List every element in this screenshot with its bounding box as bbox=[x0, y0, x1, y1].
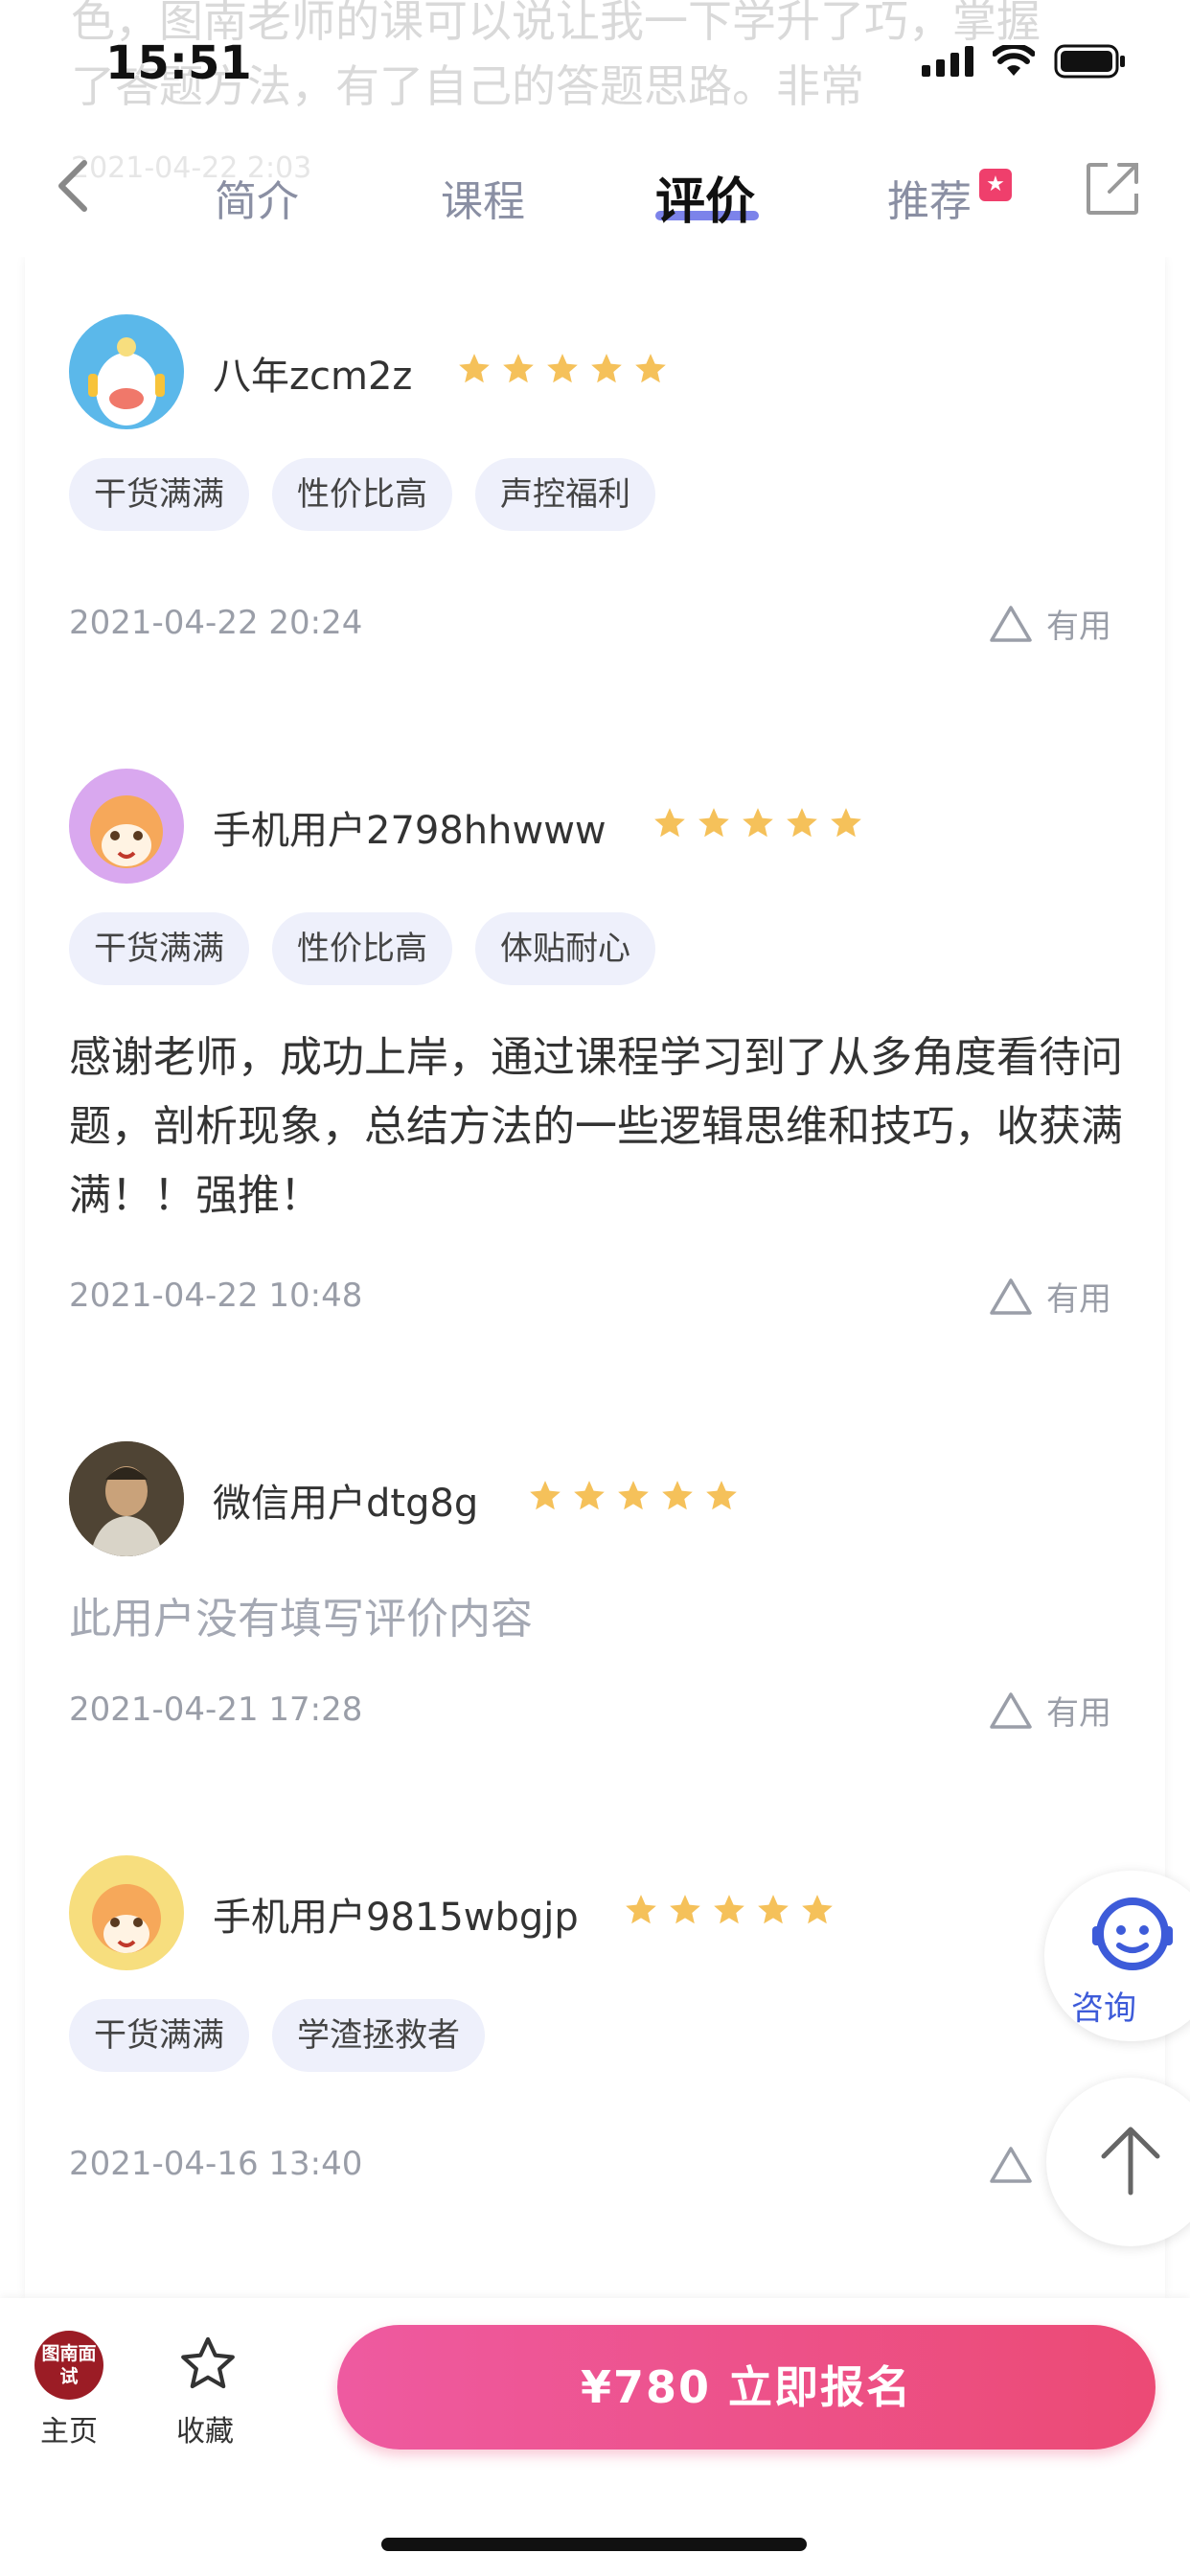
star-icon bbox=[626, 1895, 656, 1924]
rating-stars bbox=[527, 1478, 740, 1514]
tiger-avatar-icon bbox=[92, 1884, 161, 1953]
useful-button[interactable]: 有用 bbox=[989, 1273, 1111, 1320]
customer-service-icon bbox=[1092, 1898, 1173, 1970]
star-icon bbox=[459, 354, 490, 383]
star-icon bbox=[635, 354, 666, 383]
review-tag: 干货满满 bbox=[69, 912, 249, 985]
star-icon bbox=[758, 1895, 789, 1924]
review-tags: 干货满满 学渣拯救者 bbox=[69, 1999, 485, 2072]
penguin-avatar-icon bbox=[88, 337, 165, 426]
avatar[interactable] bbox=[69, 1855, 184, 1970]
share-icon[interactable] bbox=[1085, 161, 1140, 217]
review-tag: 干货满满 bbox=[69, 458, 249, 531]
review-tag: 学渣拯救者 bbox=[272, 1999, 485, 2072]
useful-button[interactable]: 有用 bbox=[989, 1687, 1111, 1734]
review-username: 手机用户2798hhwww bbox=[213, 809, 606, 853]
star-icon bbox=[706, 1481, 737, 1510]
star-icon bbox=[503, 354, 534, 383]
reviews-list: 八年zcm2z 干货满满 性价比高 声控福利 2021-04-22 20:24 … bbox=[25, 257, 1165, 2298]
review-tags: 干货满满 性价比高 声控福利 bbox=[69, 458, 655, 531]
bottom-bar: 图南面试 主页 收藏 ¥780 立即报名 bbox=[0, 2298, 1190, 2576]
review-username: 微信用户dtg8g bbox=[213, 1482, 479, 1526]
portrait-avatar-icon bbox=[69, 1441, 184, 1556]
favorite-label[interactable]: 收藏 bbox=[176, 2407, 234, 2450]
rating-stars bbox=[623, 1892, 835, 1928]
thumb-triangle-icon bbox=[990, 2146, 1032, 2183]
avatar[interactable] bbox=[69, 314, 184, 429]
status-time: 15:51 bbox=[105, 36, 252, 90]
star-icon bbox=[743, 808, 773, 838]
useful-label: 有用 bbox=[1046, 608, 1111, 646]
review-username: 八年zcm2z bbox=[213, 355, 413, 399]
review-text-empty: 此用户没有填写评价内容 bbox=[69, 1595, 533, 1644]
thumb-triangle-icon bbox=[990, 605, 1032, 642]
recommend-badge-icon: ★ bbox=[979, 169, 1012, 201]
star-icon bbox=[714, 1895, 744, 1924]
tab-intro[interactable]: 简介 bbox=[215, 167, 299, 228]
rating-stars bbox=[456, 351, 669, 387]
home-logo-icon[interactable]: 图南面试 bbox=[34, 2331, 103, 2400]
consult-label: 咨询 bbox=[1071, 1990, 1136, 2028]
home-label[interactable]: 主页 bbox=[40, 2407, 98, 2450]
tab-bar: 简介 课程 评价 推荐 ★ bbox=[0, 144, 1190, 251]
home-indicator bbox=[381, 2538, 807, 2551]
star-icon bbox=[591, 354, 622, 383]
tab-recommend[interactable]: 推荐 bbox=[887, 167, 972, 228]
tab-reviews[interactable]: 评价 bbox=[655, 161, 755, 233]
review-tag: 干货满满 bbox=[69, 1999, 249, 2072]
review-tag: 性价比高 bbox=[272, 458, 452, 531]
rating-stars bbox=[652, 805, 864, 841]
star-icon bbox=[618, 1481, 649, 1510]
review-date: 2021-04-21 17:28 bbox=[69, 1690, 363, 1729]
star-outline-icon[interactable] bbox=[176, 2333, 240, 2396]
enroll-button[interactable]: ¥780 立即报名 bbox=[337, 2325, 1156, 2450]
review-username: 手机用户9815wbgjp bbox=[213, 1896, 579, 1940]
star-icon bbox=[654, 808, 685, 838]
useful-button[interactable]: 有用 bbox=[989, 600, 1111, 647]
status-icons bbox=[922, 44, 1127, 79]
star-icon bbox=[547, 354, 578, 383]
review-tag: 体贴耐心 bbox=[475, 912, 655, 985]
review-date: 2021-04-22 10:48 bbox=[69, 1276, 363, 1315]
star-icon bbox=[802, 1895, 833, 1924]
back-arrow-icon[interactable] bbox=[50, 157, 98, 215]
useful-label: 有用 bbox=[1046, 1694, 1111, 1733]
wifi-icon bbox=[993, 45, 1035, 76]
header: 色，图南老师的课可以说让我一下学升了巧，掌握 了答题方法，有了自己的答题思路。非… bbox=[0, 0, 1190, 257]
arrow-up-icon bbox=[1101, 2127, 1160, 2196]
battery-icon bbox=[1054, 44, 1125, 79]
star-icon bbox=[831, 808, 861, 838]
avatar[interactable] bbox=[69, 1441, 184, 1556]
tiger-avatar-icon bbox=[90, 795, 163, 868]
thumb-triangle-icon bbox=[990, 1277, 1032, 1315]
avatar[interactable] bbox=[69, 769, 184, 884]
review-date: 2021-04-22 20:24 bbox=[69, 604, 363, 642]
star-icon bbox=[787, 808, 817, 838]
review-date: 2021-04-16 13:40 bbox=[69, 2145, 363, 2183]
star-icon bbox=[662, 1481, 693, 1510]
cellular-signal-icon bbox=[922, 46, 973, 77]
star-icon bbox=[670, 1895, 700, 1924]
review-text: 感谢老师，成功上岸，通过课程学习到了从多角度看待问题，剖析现象，总结方法的一些逻… bbox=[69, 1033, 1123, 1220]
thumb-triangle-icon bbox=[990, 1691, 1032, 1729]
star-icon bbox=[530, 1481, 561, 1510]
star-icon bbox=[574, 1481, 605, 1510]
star-icon bbox=[698, 808, 729, 838]
tab-course[interactable]: 课程 bbox=[441, 167, 525, 228]
review-tags: 干货满满 性价比高 体贴耐心 bbox=[69, 912, 655, 985]
review-tag: 声控福利 bbox=[475, 458, 655, 531]
useful-label: 有用 bbox=[1046, 1280, 1111, 1319]
review-tag: 性价比高 bbox=[272, 912, 452, 985]
